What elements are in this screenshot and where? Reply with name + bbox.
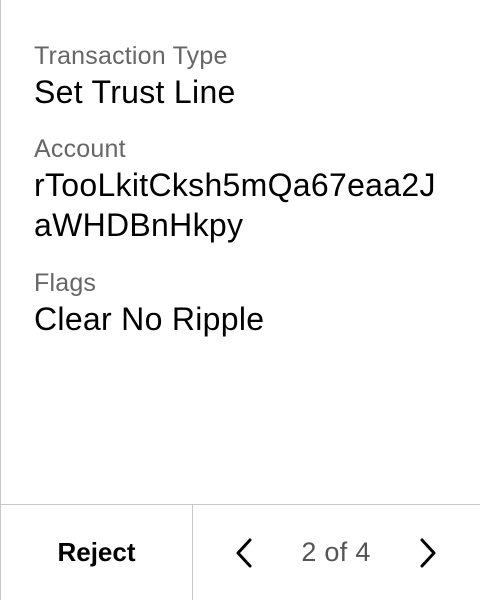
field-label: Account — [34, 135, 126, 163]
field-account: Account rTooLkitCksh5mQa67eaa2JaWHDBnHkp… — [34, 133, 460, 245]
field-value: Clear No Ripple — [34, 301, 265, 337]
footer-bar: Reject 2 of 4 — [1, 504, 480, 600]
field-label: Transaction Type — [34, 42, 228, 70]
field-transaction-type: Transaction Type Set Trust Line — [34, 40, 460, 112]
field-value: rTooLkitCksh5mQa67eaa2JaWHDBnHkpy — [34, 167, 436, 243]
chevron-right-icon — [420, 538, 436, 567]
previous-page-button[interactable] — [229, 533, 259, 573]
transaction-review-screen: Transaction Type Set Trust Line Account … — [0, 0, 480, 600]
transaction-details: Transaction Type Set Trust Line Account … — [34, 40, 460, 339]
reject-button[interactable]: Reject — [1, 505, 193, 600]
chevron-left-icon — [236, 538, 252, 567]
field-label: Flags — [34, 269, 97, 297]
next-page-button[interactable] — [413, 533, 443, 573]
field-flags: Flags Clear No Ripple — [34, 267, 460, 339]
field-value: Set Trust Line — [34, 74, 236, 110]
pagination: 2 of 4 — [193, 505, 480, 600]
page-indicator: 2 of 4 — [301, 537, 371, 567]
